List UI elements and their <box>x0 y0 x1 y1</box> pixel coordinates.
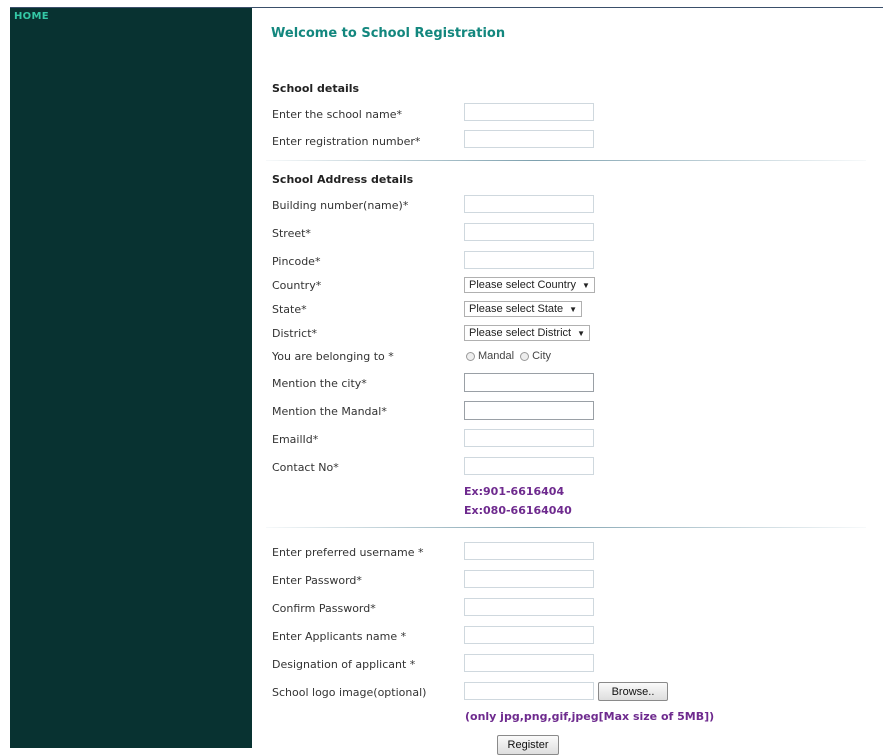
section-school-details: School details <box>272 82 360 95</box>
mention-city-input[interactable] <box>464 373 594 392</box>
mention-city-label: Mention the city* <box>272 377 367 390</box>
logo-format-hint: (only jpg,png,gif,jpeg[Max size of 5MB]) <box>465 710 715 723</box>
street-input[interactable] <box>464 223 594 241</box>
section-divider <box>266 160 866 161</box>
confirm-password-label: Confirm Password* <box>272 602 376 615</box>
district-select-value: Please select District <box>469 327 572 339</box>
section-divider <box>266 527 866 528</box>
contact-input[interactable] <box>464 457 594 475</box>
radio-mandal[interactable] <box>466 351 475 361</box>
street-label: Street* <box>272 227 311 240</box>
mention-mandal-input[interactable] <box>464 401 594 420</box>
belonging-to-label: You are belonging to * <box>272 350 394 363</box>
password-input[interactable] <box>464 570 594 588</box>
state-select[interactable]: Please select State ▼ <box>464 301 583 317</box>
school-name-input[interactable] <box>464 103 594 121</box>
username-input[interactable] <box>464 542 594 560</box>
contact-example-2: Ex:080-66164040 <box>464 504 572 517</box>
district-label: District* <box>272 327 318 340</box>
register-button[interactable]: Register <box>497 735 559 755</box>
radio-city-label[interactable]: City <box>532 350 551 362</box>
designation-input[interactable] <box>464 654 594 672</box>
building-number-label: Building number(name)* <box>272 199 409 212</box>
radio-city[interactable] <box>520 351 530 361</box>
page-title: Welcome to School Registration <box>271 26 506 41</box>
logo-label: School logo image(optional) <box>272 686 427 699</box>
state-label: State* <box>272 303 307 316</box>
logo-file-path[interactable] <box>464 682 594 700</box>
designation-label: Designation of applicant * <box>272 658 416 671</box>
building-number-input[interactable] <box>464 195 594 213</box>
confirm-password-input[interactable] <box>464 598 594 616</box>
applicant-name-input[interactable] <box>464 626 594 644</box>
country-select-value: Please select Country <box>469 279 576 291</box>
pincode-label: Pincode* <box>272 255 321 268</box>
contact-example-1: Ex:901-6616404 <box>464 485 565 498</box>
state-select-value: Please select State <box>469 303 564 315</box>
sidebar: HOME <box>10 8 252 748</box>
left-margin <box>0 0 10 748</box>
school-name-label: Enter the school name* <box>272 108 403 121</box>
chevron-down-icon: ▼ <box>577 328 586 338</box>
registration-number-input[interactable] <box>464 130 594 148</box>
country-select[interactable]: Please select Country ▼ <box>464 277 595 293</box>
pincode-input[interactable] <box>464 251 594 269</box>
chevron-down-icon: ▼ <box>582 280 590 290</box>
section-address-details: School Address details <box>272 173 414 186</box>
chevron-down-icon: ▼ <box>569 304 578 314</box>
radio-mandal-label[interactable]: Mandal <box>478 350 514 362</box>
password-label: Enter Password* <box>272 574 362 587</box>
browse-button[interactable]: Browse.. <box>598 682 668 701</box>
mention-mandal-label: Mention the Mandal* <box>272 405 387 418</box>
home-link[interactable]: HOME <box>14 11 49 22</box>
contact-label: Contact No* <box>272 461 339 474</box>
email-label: EmailId* <box>272 433 319 446</box>
country-label: Country* <box>272 279 322 292</box>
username-label: Enter preferred username * <box>272 546 424 559</box>
registration-number-label: Enter registration number* <box>272 135 421 148</box>
district-select[interactable]: Please select District ▼ <box>464 325 591 341</box>
belonging-to-radio-group: Mandal City <box>466 350 557 362</box>
registration-form: Welcome to School Registration School de… <box>252 8 883 755</box>
email-input[interactable] <box>464 429 594 447</box>
applicant-name-label: Enter Applicants name * <box>272 630 407 643</box>
